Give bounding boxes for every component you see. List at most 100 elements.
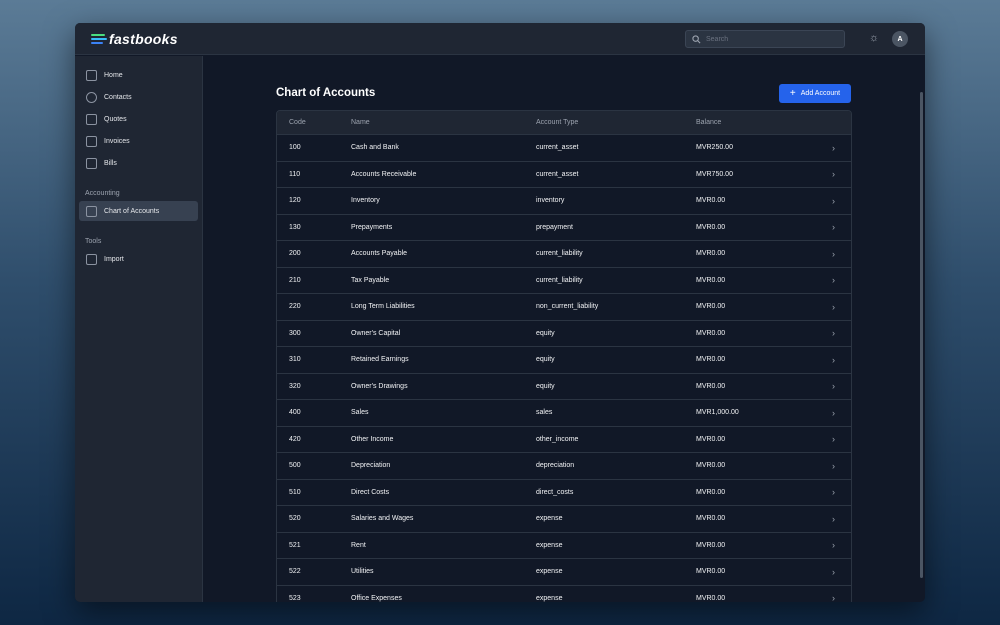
section-tools: Tools: [85, 238, 102, 245]
search-icon: [692, 35, 701, 44]
cell-name: Utilities: [351, 568, 374, 576]
cell-code: 120: [289, 197, 301, 205]
table-row[interactable]: 320 Owner's Drawings equity MVR0.00 ›: [277, 372, 851, 400]
chevron-right-icon[interactable]: ›: [832, 408, 835, 418]
cell-code: 100: [289, 144, 301, 152]
sidebar-item-import[interactable]: Import: [79, 249, 198, 269]
cell-code: 130: [289, 223, 301, 231]
cell-code: 520: [289, 515, 301, 523]
table-row[interactable]: 520 Salaries and Wages expense MVR0.00 ›: [277, 505, 851, 532]
cell-name: Cash and Bank: [351, 144, 399, 152]
cell-type: current_asset: [536, 170, 579, 178]
cell-balance: MVR0.00: [696, 435, 726, 443]
cell-balance: MVR0.00: [696, 568, 726, 576]
chevron-right-icon[interactable]: ›: [832, 461, 835, 471]
accounts-table: Code Name Account Type Balance 100 Cash a…: [276, 110, 852, 602]
cell-type: equity: [536, 356, 555, 364]
cell-balance: MVR0.00: [696, 197, 726, 205]
home-icon: [86, 69, 97, 81]
table-row[interactable]: 523 Office Expenses expense MVR0.00 ›: [277, 584, 851, 602]
sun-icon[interactable]: ☼: [869, 33, 879, 44]
cell-type: depreciation: [536, 462, 575, 470]
cell-name: Office Expenses: [351, 594, 402, 602]
cell-code: 522: [289, 568, 301, 576]
chevron-right-icon[interactable]: ›: [832, 567, 835, 577]
cell-name: Inventory: [351, 197, 380, 205]
logo[interactable]: fastbooks: [91, 31, 178, 47]
chevron-right-icon[interactable]: ›: [832, 143, 835, 153]
table-row[interactable]: 220 Long Term Liabilities non_current_liab…: [277, 293, 851, 320]
cell-balance: MVR0.00: [696, 356, 726, 364]
chevron-right-icon[interactable]: ›: [832, 540, 835, 550]
chevron-right-icon[interactable]: ›: [832, 487, 835, 497]
cell-balance: MVR0.00: [696, 382, 726, 390]
chevron-right-icon[interactable]: ›: [832, 381, 835, 391]
cell-type: expense: [536, 541, 563, 549]
table-row[interactable]: 522 Utilities expense MVR0.00 ›: [277, 558, 851, 585]
cell-name: Prepayments: [351, 223, 393, 231]
invoice-icon: [86, 135, 97, 147]
sidebar-item-label: Import: [104, 255, 124, 263]
chevron-right-icon[interactable]: ›: [832, 169, 835, 179]
cell-name: Retained Earnings: [351, 356, 409, 364]
cell-type: current_liability: [536, 250, 583, 258]
cell-type: sales: [536, 409, 553, 417]
sidebar-item-quotes[interactable]: Quotes: [79, 109, 198, 129]
table-row[interactable]: 500 Depreciation depreciation MVR0.00 ›: [277, 452, 851, 479]
chevron-right-icon[interactable]: ›: [832, 302, 835, 312]
cell-type: expense: [536, 568, 563, 576]
scrollbar[interactable]: [920, 92, 923, 578]
sidebar-item-home[interactable]: Home: [79, 65, 198, 85]
chevron-right-icon[interactable]: ›: [832, 222, 835, 232]
avatar[interactable]: A: [892, 31, 908, 47]
table-row[interactable]: 300 Owner's Capital equity MVR0.00 ›: [277, 319, 851, 347]
chevron-right-icon[interactable]: ›: [832, 434, 835, 444]
cell-code: 400: [289, 409, 301, 417]
table-row[interactable]: 130 Prepayments prepayment MVR0.00 ›: [277, 213, 851, 241]
cell-balance: MVR0.00: [696, 223, 726, 231]
chevron-right-icon[interactable]: ›: [832, 328, 835, 338]
table-row[interactable]: 310 Retained Earnings equity MVR0.00 ›: [277, 346, 851, 373]
table-row[interactable]: 120 Inventory inventory MVR0.00 ›: [277, 187, 851, 214]
cell-type: other_income: [536, 435, 579, 443]
cell-type: equity: [536, 382, 555, 390]
cell-balance: MVR0.00: [696, 276, 726, 284]
column-header-balance: Balance: [696, 119, 722, 126]
sidebar-item-bills[interactable]: Bills: [79, 153, 198, 173]
column-header-name: Name: [351, 119, 370, 126]
cell-code: 110: [289, 170, 301, 178]
table-row[interactable]: 210 Tax Payable current_liability MVR0.00 ›: [277, 266, 851, 294]
cell-balance: MVR0.00: [696, 594, 726, 602]
cell-name: Rent: [351, 541, 366, 549]
chevron-right-icon[interactable]: ›: [832, 196, 835, 206]
table-row[interactable]: 110 Accounts Receivable current_asset MVR75…: [277, 160, 851, 188]
cell-balance: MVR250.00: [696, 144, 733, 152]
sidebar: Home Contacts Quotes Invoices Bills Acco…: [75, 56, 203, 602]
chevron-right-icon[interactable]: ›: [832, 593, 835, 602]
add-account-button[interactable]: + Add Account: [779, 84, 851, 103]
chevron-right-icon[interactable]: ›: [832, 355, 835, 365]
cell-type: expense: [536, 515, 563, 523]
chevron-right-icon[interactable]: ›: [832, 514, 835, 524]
table-row[interactable]: 420 Other Income other_income MVR0.00 ›: [277, 425, 851, 453]
chevron-right-icon[interactable]: ›: [832, 249, 835, 259]
table-row[interactable]: 521 Rent expense MVR0.00 ›: [277, 531, 851, 559]
table-row[interactable]: 200 Accounts Payable current_liability MVR0…: [277, 240, 851, 267]
table-row[interactable]: 100 Cash and Bank current_asset MVR250.00 ›: [277, 134, 851, 161]
sidebar-item-invoices[interactable]: Invoices: [79, 131, 198, 151]
top-bar: fastbooks Search ☼ A: [75, 23, 925, 55]
column-header-type: Account Type: [536, 119, 579, 126]
cell-balance: MVR0.00: [696, 515, 726, 523]
cell-code: 521: [289, 541, 301, 549]
sidebar-item-contacts[interactable]: Contacts: [79, 87, 198, 107]
search-input[interactable]: Search: [685, 30, 845, 48]
cell-code: 420: [289, 435, 301, 443]
column-header-code: Code: [289, 119, 306, 126]
sidebar-item-chart-of-accounts[interactable]: Chart of Accounts: [79, 201, 198, 221]
cell-name: Owner's Drawings: [351, 382, 408, 390]
table-row[interactable]: 400 Sales sales MVR1,000.00 ›: [277, 399, 851, 426]
cell-name: Sales: [351, 409, 369, 417]
table-row[interactable]: 510 Direct Costs direct_costs MVR0.00 ›: [277, 478, 851, 506]
chevron-right-icon[interactable]: ›: [832, 275, 835, 285]
sidebar-item-label: Invoices: [104, 137, 130, 145]
